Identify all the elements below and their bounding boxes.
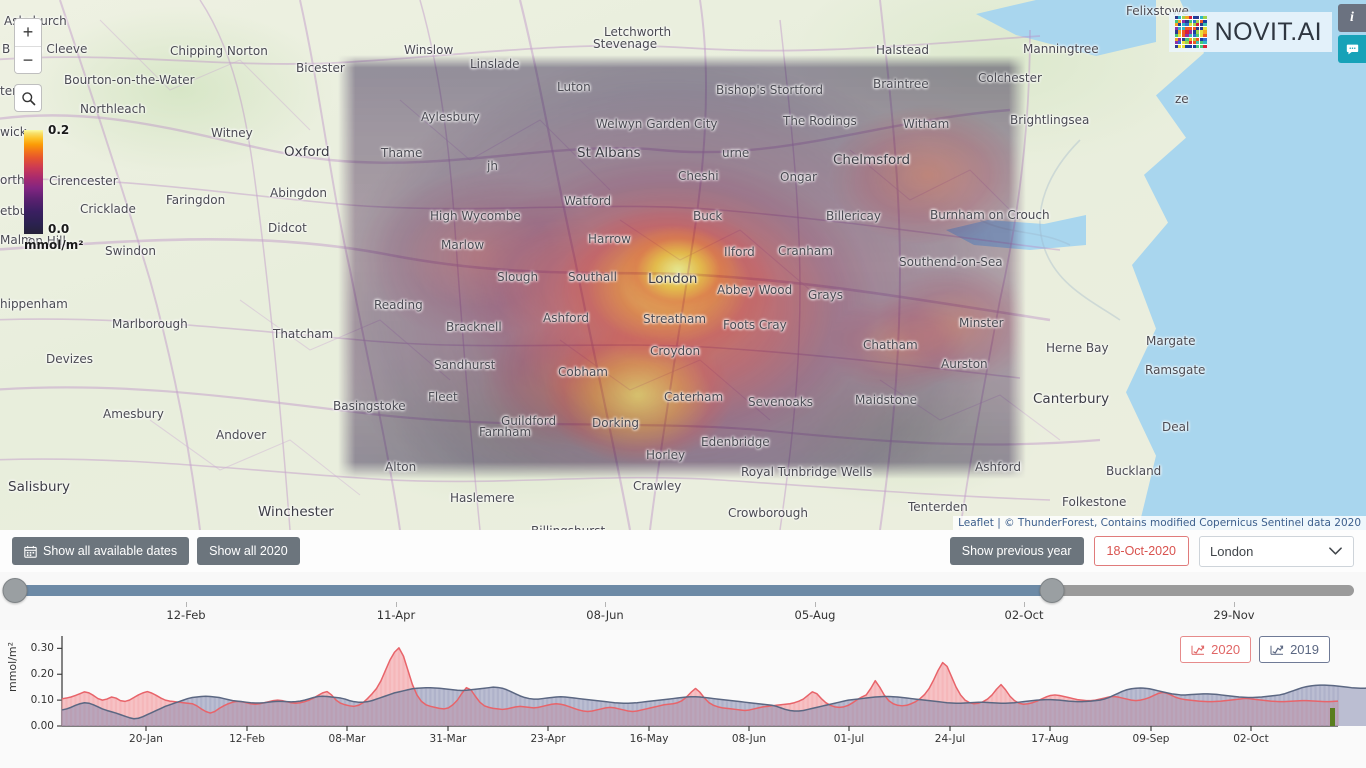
chart-y-tick-label: 0.00 — [30, 720, 54, 732]
no2-heatmap-overlay — [338, 55, 1026, 479]
chart-x-tick-label: 23-Apr — [530, 733, 566, 745]
chart-x-tick-label: 09-Sep — [1132, 733, 1170, 745]
timeseries-chart: mmol/m² 0.00 0.10 0.20 0.30 20-Jan 12-Feb 08-… — [0, 630, 1366, 768]
timeline-tick-label: 05-Aug — [794, 608, 836, 622]
colorbar-min-label: 0.0 — [48, 222, 70, 236]
zoom-out-button[interactable]: − — [15, 46, 41, 73]
colorbar-max-label: 0.2 — [48, 123, 70, 137]
line-chart-icon — [1191, 645, 1205, 655]
region-dropdown-value: London — [1210, 543, 1254, 559]
timeline-tick-label: 29-Nov — [1213, 608, 1255, 622]
timeline-tick-label: 02-Oct — [1004, 608, 1044, 622]
chat-bubble-icon — [1346, 44, 1358, 54]
brand-name: NOVIT.AI — [1214, 17, 1322, 46]
chat-button[interactable] — [1338, 35, 1366, 63]
show-all-2020-label: Show all 2020 — [209, 544, 288, 558]
timeline-handle-end[interactable] — [1039, 578, 1065, 603]
region-dropdown[interactable]: London — [1199, 535, 1354, 567]
show-previous-year-label: Show previous year — [961, 544, 1072, 558]
info-button[interactable]: i — [1338, 4, 1366, 32]
map-zoom-controls[interactable]: + − — [14, 18, 42, 74]
chart-x-tick-label: 16-May — [629, 733, 669, 745]
chart-x-tick-label: 12-Feb — [229, 733, 265, 745]
chart-x-tick-label: 08-Mar — [328, 733, 366, 745]
legend-button-2020[interactable]: 2020 — [1180, 636, 1252, 663]
timeline-tick — [396, 602, 397, 607]
show-all-available-dates-label: Show all available dates — [43, 544, 178, 558]
timeline-tick — [1234, 602, 1235, 607]
timeline-tick — [605, 602, 606, 607]
timeline-tick — [815, 602, 816, 607]
chart-x-tick-label: 02-Oct — [1233, 733, 1269, 745]
chart-x-tick-label: 08-Jun — [731, 733, 767, 745]
timeline-tick-label: 12-Feb — [166, 608, 206, 622]
chart-y-tick-label: 0.30 — [30, 642, 54, 655]
search-icon — [21, 91, 35, 105]
control-bar-left: Show all available dates Show all 2020 — [12, 537, 300, 565]
chart-x-tick-label: 20-Jan — [129, 733, 163, 745]
show-all-2020-button[interactable]: Show all 2020 — [197, 537, 300, 565]
show-previous-year-button[interactable]: Show previous year — [949, 537, 1084, 565]
map-side-buttons[interactable]: i — [1338, 4, 1366, 63]
chart-x-tick-label: 01-Jul — [833, 733, 865, 745]
control-bar-right: Show previous year 18-Oct-2020 London — [949, 535, 1354, 567]
colorbar-gradient — [24, 130, 43, 234]
timeline-tick-label: 11-Apr — [376, 608, 416, 622]
chart-legend[interactable]: 2020 2019 — [1180, 636, 1330, 663]
line-chart-icon — [1270, 645, 1284, 655]
no2-colorbar-legend: 0.2 0.0 mmol/m² — [24, 123, 144, 252]
colorbar-unit-label: mmol/m² — [24, 238, 84, 252]
calendar-icon — [24, 545, 37, 558]
timeline-slider-fill — [12, 585, 1053, 596]
map-search-button[interactable] — [14, 84, 42, 112]
chart-y-tick-label: 0.10 — [30, 694, 54, 707]
legend-label-2020: 2020 — [1211, 642, 1241, 657]
timeline-tick — [186, 602, 187, 607]
show-all-available-dates-button[interactable]: Show all available dates — [12, 537, 190, 565]
chart-x-tick-label: 17-Aug — [1031, 733, 1069, 745]
timeline-tick-label: 08-Jun — [586, 608, 624, 622]
map-attribution[interactable]: Leaflet | © ThunderForest, Contains modi… — [953, 516, 1366, 530]
chevron-down-icon — [1329, 547, 1342, 555]
legend-button-2019[interactable]: 2019 — [1259, 636, 1330, 663]
chart-y-tick-label: 0.20 — [30, 668, 54, 681]
brand-logo: NOVIT.AI — [1168, 12, 1332, 52]
timeline-slider-track[interactable] — [2, 578, 1354, 603]
chart-canvas — [57, 636, 1366, 731]
chart-x-tick-label: 24-Jul — [934, 733, 966, 745]
chart-x-tick-label: 31-Mar — [429, 733, 467, 745]
control-bar: Show all available dates Show all 2020 S… — [0, 530, 1366, 572]
legend-label-2019: 2019 — [1290, 642, 1319, 657]
zoom-in-button[interactable]: + — [15, 19, 41, 46]
selected-date-field[interactable]: 18-Oct-2020 — [1093, 536, 1189, 566]
logo-grid-icon — [1174, 16, 1207, 48]
timeline-slider-area: 12-Feb 11-Apr 08-Jun 05-Aug 02-Oct 29-Nov — [0, 572, 1366, 630]
timeline-handle-start[interactable] — [2, 578, 28, 603]
map-panel[interactable]: AshchurchB's CleeveChipping NortonWinslo… — [0, 0, 1366, 530]
timeline-tick — [1024, 602, 1025, 607]
app-root: AshchurchB's CleeveChipping NortonWinslo… — [0, 0, 1366, 768]
